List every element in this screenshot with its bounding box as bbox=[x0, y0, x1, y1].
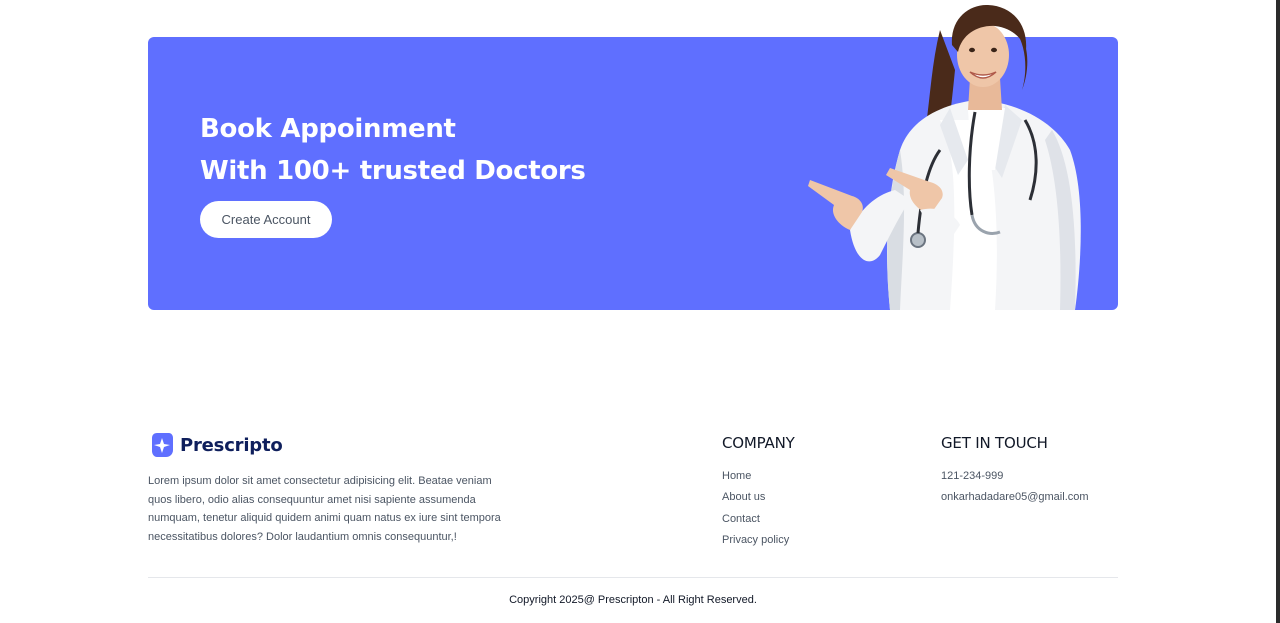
contact-phone: 121-234-999 bbox=[941, 470, 1004, 482]
create-account-button[interactable]: Create Account bbox=[200, 201, 332, 238]
company-heading: COMPANY bbox=[722, 434, 795, 452]
footer-link-home[interactable]: Home bbox=[722, 469, 789, 490]
banner-heading-line-1: Book Appoinment bbox=[200, 114, 456, 144]
brand-name: Prescripto bbox=[180, 434, 283, 456]
footer-divider bbox=[148, 577, 1118, 578]
company-links: Home About us Contact Privacy policy bbox=[722, 469, 789, 554]
prescripto-logo-icon bbox=[152, 433, 173, 457]
footer-brand[interactable]: Prescripto bbox=[148, 432, 283, 458]
contact-email: onkarhadadare05@gmail.com bbox=[941, 491, 1089, 504]
footer-description: Lorem ipsum dolor sit amet consectetur a… bbox=[148, 475, 501, 543]
footer-link-privacy[interactable]: Privacy policy bbox=[722, 533, 789, 554]
footer-link-about[interactable]: About us bbox=[722, 490, 789, 511]
contact-info: 121-234-999 onkarhadadare05@gmail.com bbox=[941, 469, 1089, 512]
doctor-image bbox=[790, 0, 1100, 310]
banner-heading: Book Appoinment With 100+ trusted Doctor… bbox=[200, 108, 586, 192]
banner-heading-line-2: With 100+ trusted Doctors bbox=[200, 156, 586, 186]
contact-heading: GET IN TOUCH bbox=[941, 434, 1048, 452]
footer-link-contact[interactable]: Contact bbox=[722, 512, 789, 533]
copyright-text: Copyright 2025@ Prescripton - All Right … bbox=[509, 594, 757, 606]
window-edge bbox=[1276, 0, 1280, 623]
